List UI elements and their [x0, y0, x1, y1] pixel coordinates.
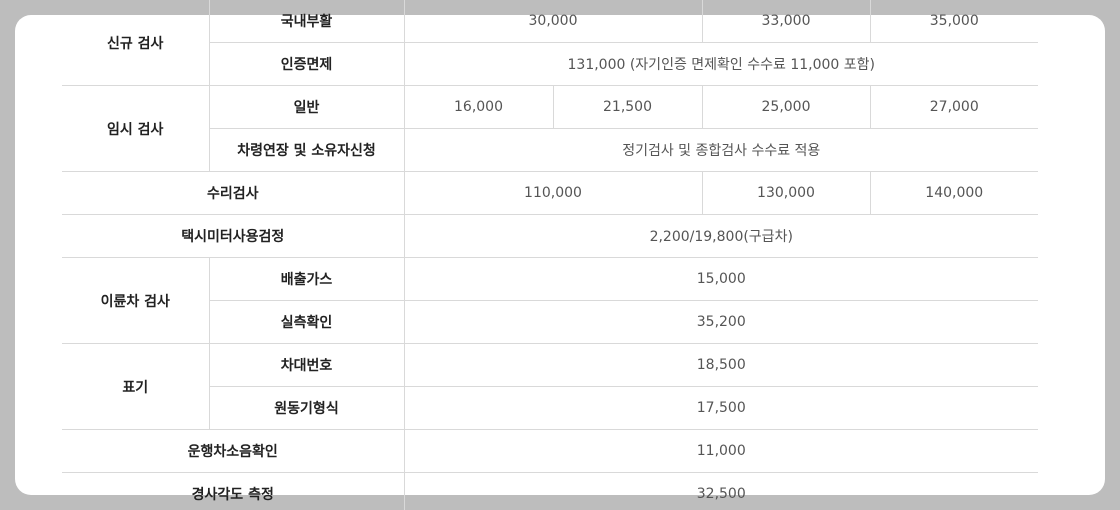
value-cell: 35,000: [869, 0, 1038, 43]
value-cell: 15,000: [403, 257, 1038, 301]
value-cell: 17,500: [403, 386, 1038, 430]
table-row: 차령연장 및 소유자신청 정기검사 및 종합검사 수수료 적용: [62, 128, 1038, 172]
label-cell: 수리검사: [62, 171, 404, 215]
table-row: 임시 검사 일반 16,000 21,500 25,000 27,000: [62, 85, 1038, 172]
value-cell: 21,500: [552, 85, 702, 129]
item-cell: 차대번호: [208, 343, 404, 387]
value-cell: 11,000: [403, 429, 1038, 473]
table-row: 인증면제 131,000 (자기인증 면제확인 수수료 11,000 포함): [62, 42, 1038, 86]
value-cell: 2,200/19,800(구급차): [403, 214, 1038, 258]
table-row: 택시미터사용검정 2,200/19,800(구급차): [62, 214, 1038, 258]
fee-table-viewport: 신규 검사 국내부활 30,000 33,000 35,000 인증면제 131…: [0, 0, 1120, 510]
value-cell: 18,500: [403, 343, 1038, 387]
item-cell: 차령연장 및 소유자신청: [208, 128, 404, 172]
value-cell: 140,000: [869, 171, 1038, 215]
label-cell: 운행차소음확인: [62, 429, 404, 473]
group-cell: 표기: [62, 343, 209, 430]
group-cell: 이륜차 검사: [62, 257, 209, 344]
item-cell: 일반: [208, 85, 404, 129]
table-row: 이륜차 검사 배출가스 15,000: [62, 257, 1038, 344]
group-cell: 임시 검사: [62, 85, 209, 172]
item-cell: 실측확인: [208, 300, 404, 344]
value-cell: 131,000 (자기인증 면제확인 수수료 11,000 포함): [403, 42, 1038, 86]
item-cell: 원동기형식: [208, 386, 404, 430]
value-cell: 25,000: [701, 85, 870, 129]
table-row: 신규 검사 국내부활 30,000 33,000 35,000: [62, 0, 1038, 86]
item-cell: 국내부활: [208, 0, 404, 43]
table-row: 경사각도 측정 32,500: [62, 472, 1038, 510]
label-cell: 경사각도 측정: [62, 472, 404, 510]
value-cell: 32,500: [403, 472, 1038, 510]
value-cell: 27,000: [869, 85, 1038, 129]
value-cell: 130,000: [701, 171, 870, 215]
item-cell: 인증면제: [208, 42, 404, 86]
group-cell: 신규 검사: [62, 0, 209, 86]
item-cell: 배출가스: [208, 257, 404, 301]
value-cell: 35,200: [403, 300, 1038, 344]
value-cell: 30,000: [403, 0, 702, 43]
table-row: 실측확인 35,200: [62, 300, 1038, 344]
table-row: 원동기형식 17,500: [62, 386, 1038, 430]
table-row: 수리검사 110,000 130,000 140,000: [62, 171, 1038, 215]
table-row: 표기 차대번호 18,500: [62, 343, 1038, 430]
inspection-fee-table: 신규 검사 국내부활 30,000 33,000 35,000 인증면제 131…: [62, 0, 1038, 510]
value-cell: 정기검사 및 종합검사 수수료 적용: [403, 128, 1038, 172]
label-cell: 택시미터사용검정: [62, 214, 404, 258]
value-cell: 110,000: [403, 171, 702, 215]
table-row: 운행차소음확인 11,000: [62, 429, 1038, 473]
value-cell: 16,000: [403, 85, 553, 129]
value-cell: 33,000: [701, 0, 870, 43]
